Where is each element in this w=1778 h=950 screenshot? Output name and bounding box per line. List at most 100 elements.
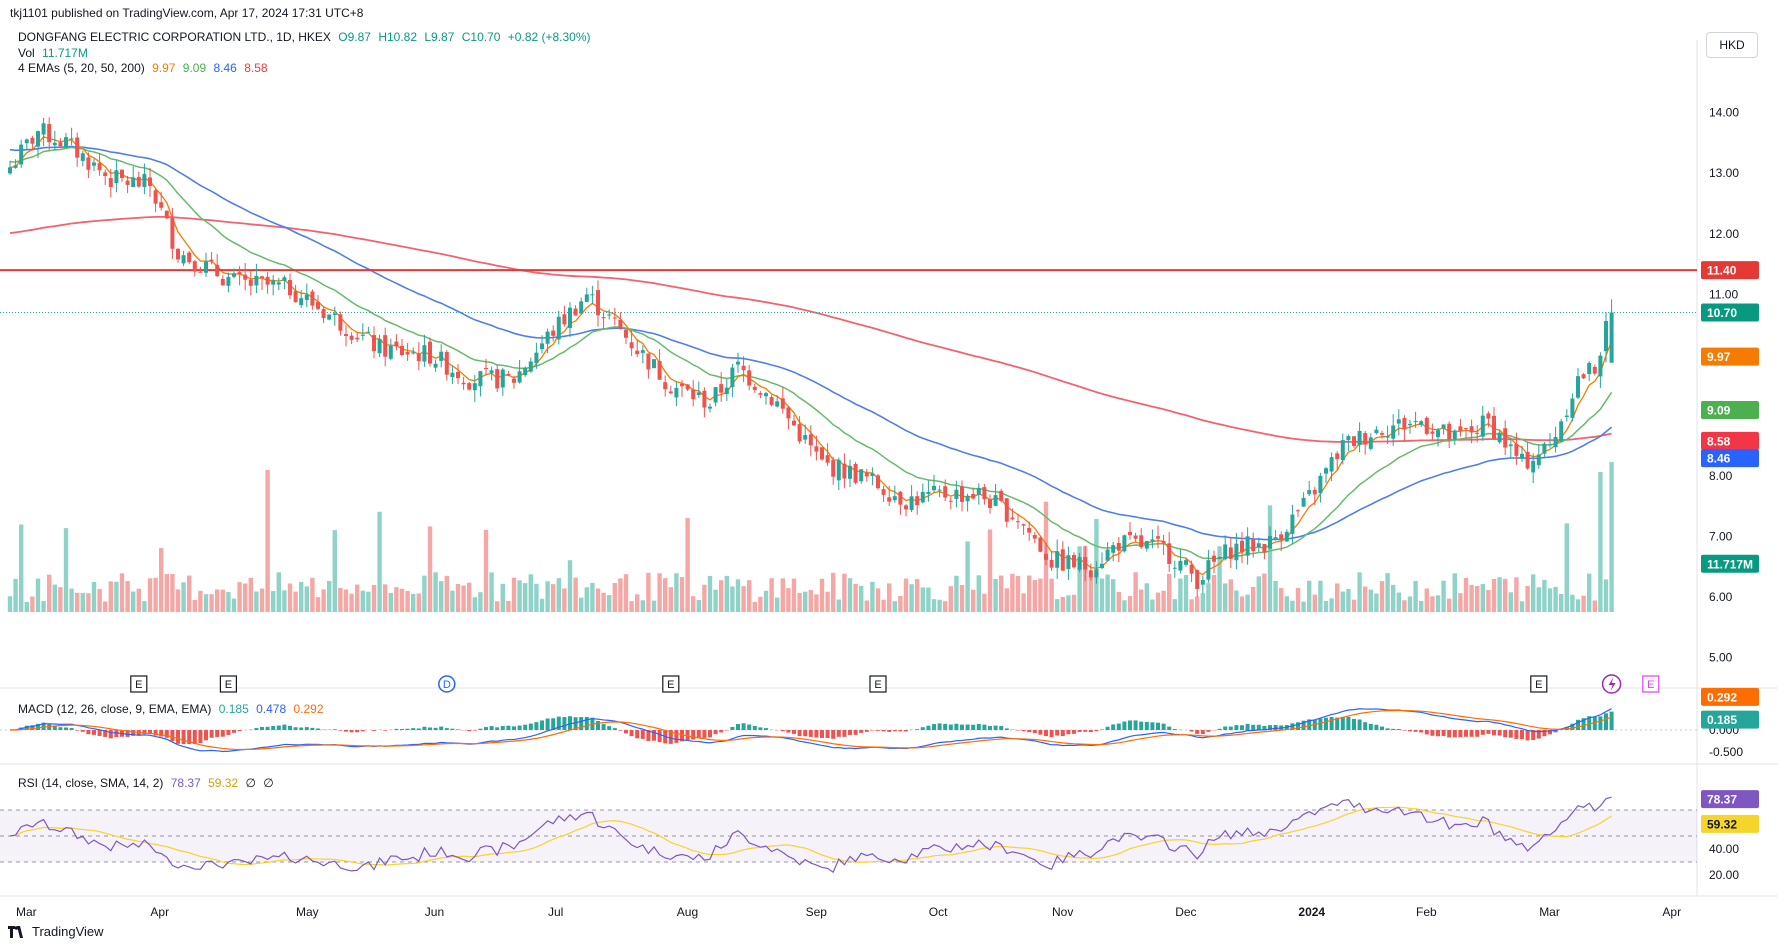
candle-body xyxy=(1139,535,1144,548)
candle xyxy=(1458,418,1463,437)
volume-bar xyxy=(1413,580,1418,612)
price-tick-label: 5.00 xyxy=(1709,651,1733,665)
candle-body xyxy=(1436,430,1440,438)
macd-histogram-bar xyxy=(1447,730,1452,738)
volume-bar xyxy=(1060,597,1065,612)
macd-hist-tag: 0.185 xyxy=(1707,713,1737,727)
candle xyxy=(1604,311,1608,363)
volume-bar xyxy=(993,578,998,612)
candle-body xyxy=(176,248,180,260)
candle xyxy=(1144,540,1149,552)
candle-body xyxy=(1536,454,1541,466)
macd-histogram-bar xyxy=(960,724,964,730)
candle xyxy=(181,250,186,267)
ema5-tag: 9.97 xyxy=(1707,350,1731,364)
price-tick-label: 14.00 xyxy=(1709,106,1739,120)
candle xyxy=(176,248,180,263)
volume-bar xyxy=(831,572,836,612)
volume-bar xyxy=(1335,583,1340,612)
candle xyxy=(1525,442,1530,470)
candle xyxy=(293,284,298,303)
candle-body xyxy=(1408,423,1412,426)
macd-histogram-bar xyxy=(1508,730,1513,738)
volume-bar xyxy=(1357,572,1362,612)
candle xyxy=(338,311,343,336)
macd-histogram-bar xyxy=(316,728,320,730)
candle-body xyxy=(904,505,908,510)
candle-body xyxy=(1531,460,1536,473)
volume-bar xyxy=(377,511,382,612)
volume-bar xyxy=(814,594,819,612)
candle-body xyxy=(1066,555,1071,569)
volume-bar xyxy=(327,580,332,612)
tradingview-brand[interactable]: TradingView xyxy=(8,924,104,939)
candle xyxy=(696,381,701,398)
candle-body xyxy=(400,345,404,355)
macd-histogram-bar xyxy=(920,727,925,730)
volume-bar xyxy=(1329,598,1334,612)
candle-body xyxy=(372,335,376,352)
candle-body xyxy=(640,350,645,353)
candle xyxy=(288,273,292,300)
macd-histogram-bar xyxy=(276,725,281,730)
volume-bar xyxy=(1424,588,1429,612)
candle xyxy=(69,127,74,146)
volume-bar xyxy=(125,581,130,612)
time-tick-label: Nov xyxy=(1052,905,1073,919)
macd-histogram-bar xyxy=(1346,716,1351,730)
candle xyxy=(1307,480,1312,496)
candle-body xyxy=(344,334,348,337)
volume-bar xyxy=(1391,584,1396,612)
volume-bar xyxy=(702,584,707,612)
volume-bar xyxy=(86,593,91,612)
volume-bar xyxy=(696,599,701,612)
candle-body xyxy=(1150,539,1155,542)
candle xyxy=(1004,497,1009,528)
event-marker-label: D xyxy=(443,679,451,691)
macd-histogram-bar xyxy=(1189,730,1194,732)
candle-body xyxy=(724,387,729,395)
macd-histogram-bar xyxy=(528,723,533,730)
volume-bar xyxy=(595,588,601,612)
candle xyxy=(1228,538,1233,569)
candle-body xyxy=(523,368,528,376)
candle xyxy=(708,403,712,413)
volume-bar xyxy=(343,589,349,612)
volume-bar xyxy=(478,592,483,612)
candle xyxy=(500,367,505,396)
volume-bar xyxy=(203,594,209,612)
macd-histogram-bar xyxy=(1200,730,1205,735)
macd-histogram-bar xyxy=(696,730,701,738)
candle xyxy=(551,325,556,342)
macd-histogram-bar xyxy=(758,727,763,730)
macd-histogram-bar xyxy=(360,730,365,732)
candle-body xyxy=(954,489,959,499)
candle-body xyxy=(1055,551,1060,568)
volume-bar xyxy=(1071,594,1077,612)
volume-bar xyxy=(237,582,242,612)
candle xyxy=(405,343,410,361)
candle-body xyxy=(1172,567,1177,569)
candle-body xyxy=(1368,437,1373,449)
macd-histogram-bar xyxy=(1066,730,1071,735)
volume-bar xyxy=(1581,595,1586,612)
candle-body xyxy=(1279,534,1284,540)
candle xyxy=(702,387,707,418)
volume-bar xyxy=(590,582,595,612)
volume-bar xyxy=(427,526,433,612)
volume-bar xyxy=(1340,591,1345,612)
candle-body xyxy=(607,314,612,316)
candle-body xyxy=(327,314,332,320)
macd-histogram-bar xyxy=(310,727,315,730)
macd-histogram-bar xyxy=(1380,726,1384,730)
price-chart-canvas[interactable]: 14.00 13.00 12.00 11.00 8.00 7.00 6.00 5.00 Mar A… xyxy=(0,0,1778,950)
volume-bar xyxy=(1144,583,1149,612)
volume-bar xyxy=(495,601,500,612)
time-tick-label: Mar xyxy=(1539,905,1560,919)
candle-body xyxy=(864,472,869,477)
macd-histogram-bar xyxy=(512,726,516,730)
volume-bar xyxy=(259,588,265,612)
macd-histogram-bar xyxy=(271,725,276,730)
macd-histogram-bar xyxy=(1452,730,1457,738)
macd-histogram-bar xyxy=(1318,718,1323,730)
